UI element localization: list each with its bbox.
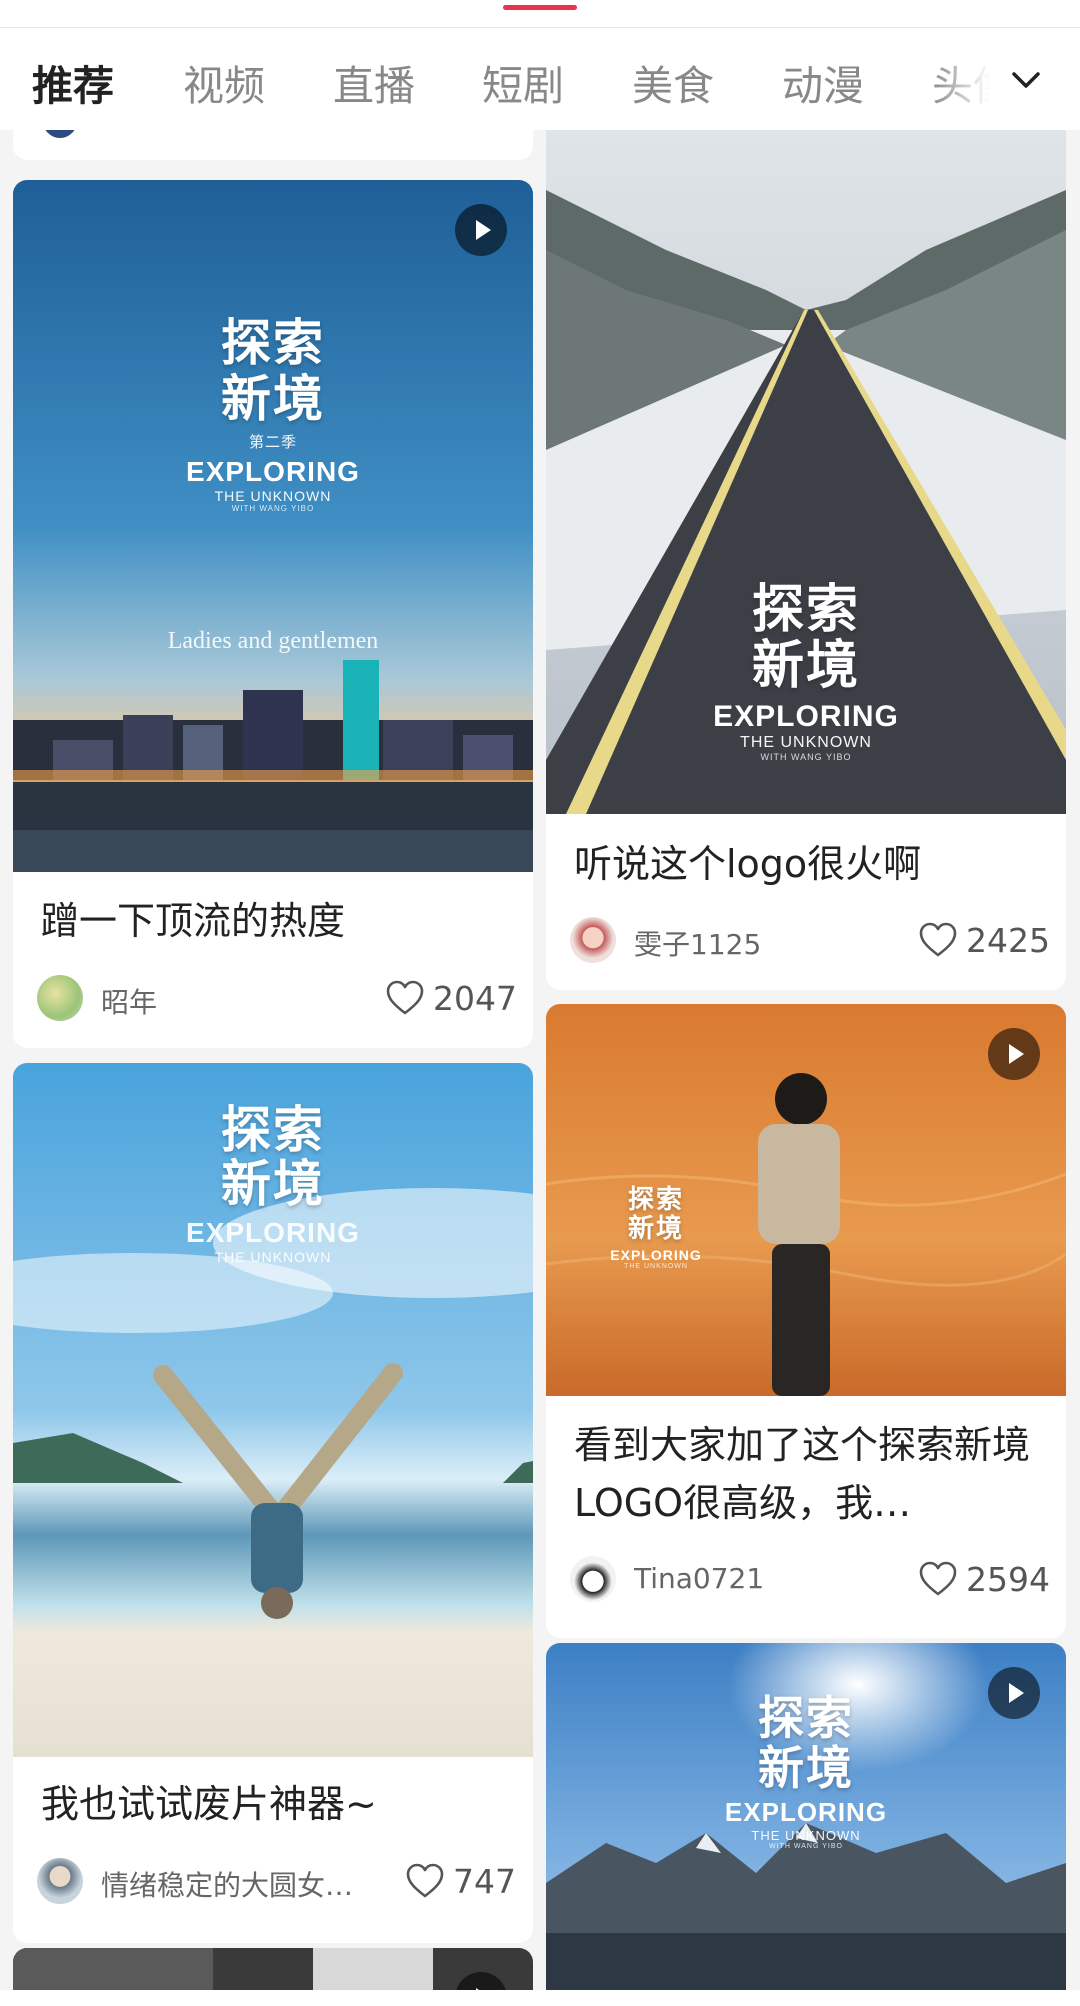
note-meta: 情绪稳定的大圆女… 747 xyxy=(37,1856,516,1906)
cover-image: 探索 新境 EXPLORING THE UNKNOWN WITH WANG YI… xyxy=(546,130,1066,814)
note-meta: 雯子1125 2425 xyxy=(570,915,1050,965)
logo-cn-line2: 新境 xyxy=(751,636,860,696)
cover-image: 探索 新境 EXPLORING THE UNKNOWN WITH WANG YI… xyxy=(546,1643,1066,1990)
cover-logo: 探索 新境 EXPLORING THE UNKNOWN xyxy=(13,1103,533,1265)
avatar[interactable] xyxy=(570,1556,616,1602)
author-name[interactable]: Tina0721 xyxy=(634,1562,764,1595)
heart-icon xyxy=(919,922,957,957)
avatar[interactable] xyxy=(37,975,83,1021)
tab-video[interactable]: 视频 xyxy=(183,52,265,112)
logo-en-title: EXPLORING xyxy=(610,1247,702,1263)
logo-en-sub: THE UNKNOWN xyxy=(214,1249,332,1265)
logo-en-sub: THE UNKNOWN xyxy=(740,734,872,751)
cover-image: 探索 新境 EXPLORING THE UNKNOWN xyxy=(13,1063,533,1757)
tab-recommend[interactable]: 推荐 xyxy=(32,52,114,112)
play-icon xyxy=(455,204,507,256)
logo-en-sub: THE UNKNOWN xyxy=(214,488,332,504)
heart-icon xyxy=(406,1863,444,1898)
tab-short-drama[interactable]: 短剧 xyxy=(482,52,564,112)
cover-logo: 探索 新境 EXPLORING THE UNKNOWN WITH WANG YI… xyxy=(546,1693,1066,1850)
cover-logo: 探索 新境 第二季 EXPLORING THE UNKNOWN WITH WAN… xyxy=(13,315,533,513)
logo-en-title: EXPLORING xyxy=(713,700,899,733)
logo-en-tiny: WITH WANG YIBO xyxy=(231,504,315,513)
logo-cn-line1: 探索 xyxy=(221,1101,325,1159)
note-title: 听说这个logo很火啊 xyxy=(574,842,922,886)
chevron-down-icon[interactable] xyxy=(1004,58,1048,102)
note-meta: 昭年 2047 xyxy=(37,973,517,1023)
logo-en-sub: THE UNKNOWN xyxy=(624,1263,688,1270)
play-icon xyxy=(988,1667,1040,1719)
like-count: 2594 xyxy=(966,1560,1050,1599)
logo-en-title: EXPLORING xyxy=(186,456,360,487)
tab-live[interactable]: 直播 xyxy=(333,52,415,112)
note-meta: Tina0721 2594 xyxy=(570,1554,1050,1604)
top-bar xyxy=(0,0,1080,28)
play-icon xyxy=(988,1028,1040,1080)
cover-logo: 探索 新境 EXPLORING THE UNKNOWN WITH WANG YI… xyxy=(546,582,1066,762)
logo-cn-line1: 探索 xyxy=(221,314,325,372)
avatar[interactable] xyxy=(37,1858,83,1904)
like-count: 2047 xyxy=(433,979,517,1018)
logo-cn-line2: 新境 xyxy=(758,1741,854,1795)
note-title: 看到大家加了这个探索新境LOGO很高级，我… xyxy=(574,1423,1031,1525)
cover-image: 探索 新境 第二季 EXPLORING THE UNKNOWN WITH WAN… xyxy=(13,180,533,872)
logo-en-sub: THE UNKNOWN xyxy=(751,1828,861,1843)
logo-en-title: EXPLORING xyxy=(186,1217,360,1248)
cover-logo: 探索 新境 EXPLORING THE UNKNOWN xyxy=(546,1185,916,1271)
avatar[interactable] xyxy=(570,917,616,963)
logo-cn-line1: 探索 xyxy=(627,1185,684,1215)
logo-en-tiny: WITH WANG YIBO xyxy=(760,752,852,762)
bottom-bar xyxy=(0,1990,1080,2006)
note-card[interactable]: 探索 新境 EXPLORING THE UNKNOWN WITH WANG YI… xyxy=(546,130,1066,990)
category-tabs: 推荐 视频 直播 短剧 美食 动漫 头像 xyxy=(0,28,1080,130)
active-indicator xyxy=(503,5,577,10)
like-button[interactable]: 2047 xyxy=(385,977,517,1019)
tab-anime[interactable]: 动漫 xyxy=(782,52,864,112)
logo-season: 第二季 xyxy=(248,434,297,451)
logo-cn-line2: 新境 xyxy=(627,1214,684,1244)
note-card[interactable]: 探索 新境 EXPLORING THE UNKNOWN 我也试试废片神器~ 情绪… xyxy=(13,1063,533,1943)
author-name[interactable]: 雯子1125 xyxy=(634,923,761,963)
like-count: 747 xyxy=(453,1862,516,1901)
like-count: 2425 xyxy=(966,921,1050,960)
logo-cn-line2: 新境 xyxy=(221,370,325,428)
like-button[interactable]: 747 xyxy=(405,1860,516,1902)
author-name[interactable]: 情绪稳定的大圆女… xyxy=(101,1864,353,1904)
like-button[interactable]: 2425 xyxy=(918,919,1050,961)
tab-food[interactable]: 美食 xyxy=(632,52,714,112)
note-title: 我也试试废片神器~ xyxy=(41,1782,377,1826)
card-stub-top[interactable] xyxy=(13,130,533,160)
author-name[interactable]: 昭年 xyxy=(101,981,157,1021)
logo-en-title: EXPLORING xyxy=(724,1797,888,1827)
logo-cn-line1: 探索 xyxy=(758,1691,854,1745)
cover-caption: Ladies and gentlemen xyxy=(167,628,379,654)
logo-en-tiny: WITH WANG YIBO xyxy=(769,1843,843,1850)
logo-cn-line2: 新境 xyxy=(221,1155,325,1213)
logo-cn-line1: 探索 xyxy=(751,580,860,640)
note-card[interactable]: 探索 新境 EXPLORING THE UNKNOWN WITH WANG YI… xyxy=(546,1643,1066,1990)
cover-image: 探索 新境 EXPLORING THE UNKNOWN xyxy=(546,1004,1066,1396)
note-title: 蹭一下顶流的热度 xyxy=(41,899,346,943)
note-card[interactable]: 探索 新境 第二季 EXPLORING THE UNKNOWN WITH WAN… xyxy=(13,180,533,1048)
avatar xyxy=(43,130,77,138)
note-card[interactable]: 探索 新境 EXPLORING THE UNKNOWN 看到大家加了这个探索新境… xyxy=(546,1004,1066,1638)
heart-icon xyxy=(386,980,424,1015)
heart-icon xyxy=(919,1561,957,1596)
like-button[interactable]: 2594 xyxy=(918,1558,1050,1600)
